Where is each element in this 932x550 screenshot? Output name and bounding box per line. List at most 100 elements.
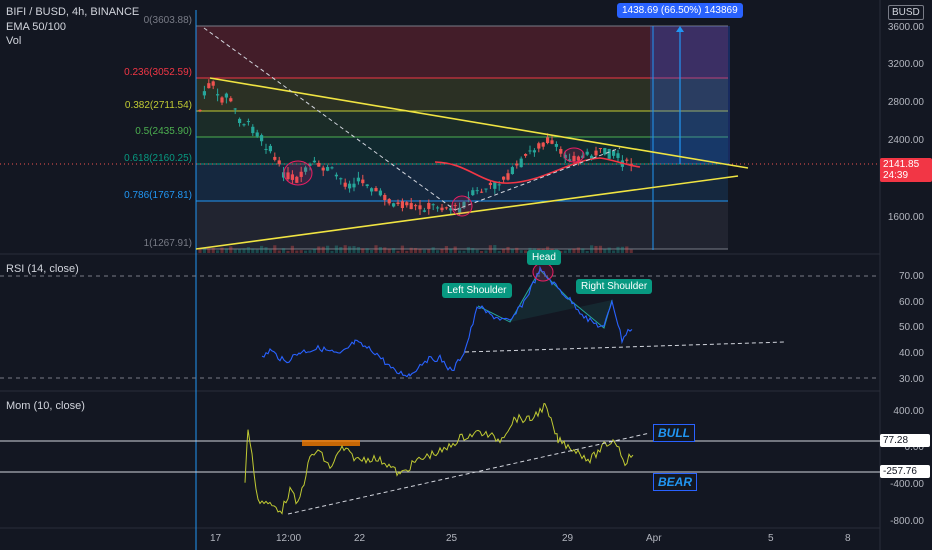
- highlight-circle-3[interactable]: [563, 147, 585, 163]
- candle-body: [224, 93, 228, 98]
- volume-bar: [251, 248, 255, 253]
- volume-bar: [475, 249, 479, 253]
- volume-bar: [282, 248, 286, 253]
- bar-countdown: 24:39: [883, 170, 909, 181]
- volume-bar: [616, 246, 620, 253]
- candle-body: [202, 91, 206, 96]
- volume-bar: [568, 249, 572, 253]
- candle-body: [220, 97, 224, 103]
- volume-bar: [202, 248, 206, 253]
- candle-body: [352, 183, 356, 188]
- candle-body: [229, 98, 233, 102]
- volume-bar: [365, 248, 369, 253]
- candle-body: [198, 109, 202, 111]
- bull-label[interactable]: BULL: [653, 424, 695, 442]
- candle-body: [594, 150, 598, 156]
- mom-axis-label: 400.00: [893, 406, 924, 417]
- volume-bar: [629, 249, 633, 253]
- volume-bar: [374, 245, 378, 253]
- measure-label[interactable]: 1438.69 (66.50%) 143869: [617, 3, 743, 18]
- candle-body: [554, 144, 558, 147]
- candle-body: [238, 118, 242, 124]
- candle-body: [559, 149, 563, 154]
- left-shoulder-label[interactable]: Left Shoulder: [442, 283, 512, 298]
- fib-label-0786: 0.786(1767.81): [124, 190, 192, 201]
- candle-body: [339, 178, 343, 180]
- candle-body: [396, 202, 400, 205]
- head-circle[interactable]: [532, 262, 554, 282]
- volume-bar: [625, 246, 629, 253]
- candle-body: [524, 154, 528, 156]
- volume-bar: [493, 245, 497, 253]
- candle-body: [475, 190, 479, 192]
- volume-bar: [238, 248, 242, 253]
- volume-bar: [334, 245, 338, 253]
- candle-body: [519, 158, 523, 168]
- candle-body: [625, 159, 629, 161]
- rsi-axis-label: 60.00: [898, 297, 924, 308]
- time-label: 17: [210, 533, 222, 544]
- chart-canvas[interactable]: [0, 0, 932, 550]
- candle-body: [418, 205, 422, 210]
- price-label: 3200.00: [887, 59, 924, 70]
- volume-bar: [211, 248, 215, 253]
- candle-body: [532, 150, 536, 153]
- volume-bar: [449, 248, 453, 253]
- mom-highlight-rect[interactable]: [302, 440, 360, 446]
- price-label: 3600.00: [887, 22, 924, 33]
- fib-label-0236: 0.236(3052.59): [124, 67, 192, 78]
- volume-bar: [603, 249, 607, 253]
- candle-body: [264, 148, 268, 150]
- mom-title[interactable]: Mom (10, close): [6, 400, 85, 413]
- candle-body: [497, 184, 501, 186]
- candle-body: [436, 207, 440, 209]
- rsi-neckline[interactable]: [464, 341, 786, 353]
- volume-bar: [480, 250, 484, 253]
- volume-bar: [418, 248, 422, 253]
- current-price-tag: 2141.85 24:39: [880, 158, 932, 182]
- volume-bar: [295, 250, 299, 253]
- highlight-circle-1[interactable]: [283, 160, 313, 186]
- rsi-axis-label: 30.00: [898, 374, 924, 385]
- volume-bar: [392, 248, 396, 253]
- volume-bar: [216, 250, 220, 253]
- volume-bar: [233, 249, 237, 253]
- price-range-measure[interactable]: [650, 26, 730, 164]
- volume-legend[interactable]: Vol: [6, 35, 21, 48]
- fib-label-0382: 0.382(2711.54): [124, 100, 192, 111]
- volume-bar: [458, 250, 462, 253]
- volume-bar: [607, 247, 611, 253]
- highlight-circle-2[interactable]: [451, 195, 473, 217]
- candle-body: [546, 137, 550, 144]
- bear-label[interactable]: BEAR: [653, 473, 698, 491]
- volume-bar: [581, 248, 585, 253]
- right-shoulder-label[interactable]: Right Shoulder: [576, 279, 653, 294]
- time-label: 25: [446, 533, 458, 544]
- rsi-title[interactable]: RSI (14, close): [6, 263, 79, 276]
- volume-bar: [387, 248, 391, 253]
- volume-bar: [422, 249, 426, 253]
- volume-bar: [321, 246, 325, 253]
- candle-body: [277, 160, 281, 164]
- candle-body: [607, 148, 611, 159]
- rsi-axis-label: 40.00: [898, 348, 924, 359]
- candle-body: [612, 150, 616, 156]
- candle-body: [268, 145, 272, 152]
- volume-bar: [361, 248, 365, 253]
- candle-body: [361, 179, 365, 184]
- candle-body: [502, 176, 506, 180]
- currency-badge[interactable]: BUSD: [888, 5, 924, 20]
- volume-bar: [352, 246, 356, 253]
- candle-body: [251, 126, 255, 134]
- head-label[interactable]: Head: [527, 250, 561, 265]
- momentum-line[interactable]: [244, 402, 634, 515]
- candle-body: [233, 108, 237, 110]
- price-axis[interactable]: BUSD 3600.00 3200.00 2800.00 2400.00 160…: [880, 0, 932, 550]
- candle-body: [365, 184, 369, 187]
- volume-bar: [286, 250, 290, 253]
- fib-label-0: 0(3603.88): [143, 15, 192, 26]
- volume-bar: [255, 249, 259, 253]
- candle-body: [207, 83, 211, 89]
- time-label: Apr: [646, 533, 662, 544]
- volume-bar: [312, 248, 316, 253]
